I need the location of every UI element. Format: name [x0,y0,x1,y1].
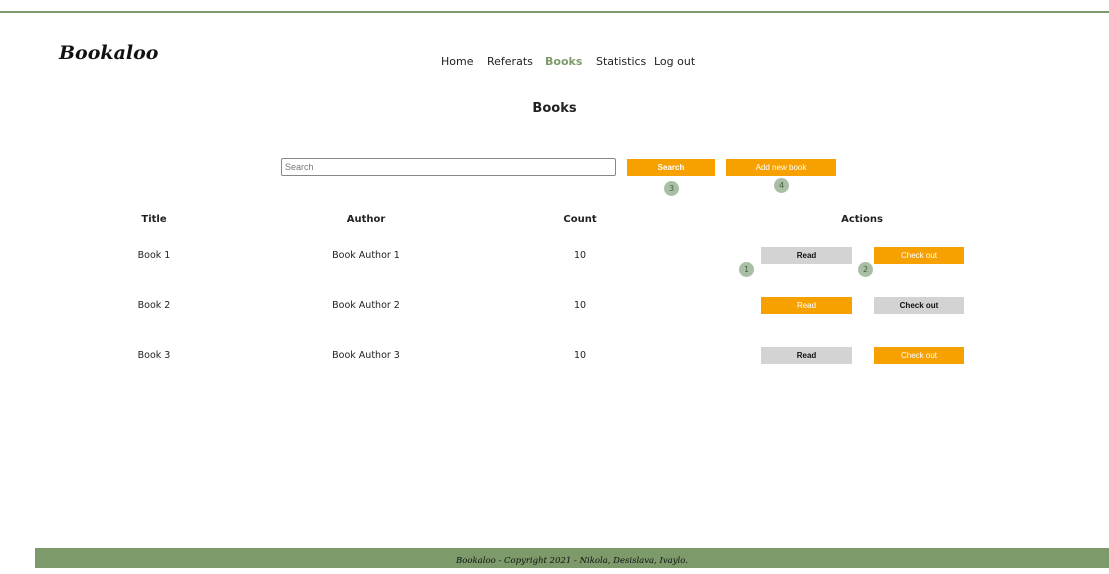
book-author-cell: Book Author 2 [332,300,400,311]
add-step-badge: 4 [774,178,789,193]
check-out-button[interactable]: Check out [874,297,964,314]
main-nav: Home Referats Books Statistics Log out [0,55,1109,71]
nav-item-statistics[interactable]: Statistics [596,55,646,68]
top-border [0,11,1109,13]
book-title-cell: Book 2 [137,300,171,311]
book-title-cell: Book 3 [137,350,171,361]
nav-item-home[interactable]: Home [441,55,473,68]
read-button[interactable]: Read [761,297,852,314]
footer: Bookaloo - Copyright 2021 - Nikola, Desi… [35,548,1109,568]
book-title-cell: Book 1 [137,250,171,261]
read-step-badge: 1 [739,262,754,277]
check-out-button[interactable]: Check out [874,347,964,364]
column-header-actions: Actions [841,214,883,225]
book-count-cell: 10 [573,300,587,311]
search-step-badge: 3 [664,181,679,196]
page-title: Books [532,101,577,116]
nav-item-referats[interactable]: Referats [487,55,533,68]
book-author-cell: Book Author 3 [332,350,400,361]
book-count-cell: 10 [573,350,587,361]
search-button[interactable]: Search [627,159,715,176]
column-header-title: Title [141,214,167,225]
nav-item-books[interactable]: Books [545,55,582,68]
read-button[interactable]: Read [761,247,852,264]
add-new-book-button[interactable]: Add new book [726,159,836,176]
search-input[interactable] [281,158,616,176]
nav-item-logout[interactable]: Log out [654,55,695,68]
checkout-step-badge: 2 [858,262,873,277]
column-header-count: Count [563,214,597,225]
read-button[interactable]: Read [761,347,852,364]
check-out-button[interactable]: Check out [874,247,964,264]
column-header-author: Author [346,214,386,225]
book-author-cell: Book Author 1 [332,250,400,261]
book-count-cell: 10 [573,250,587,261]
